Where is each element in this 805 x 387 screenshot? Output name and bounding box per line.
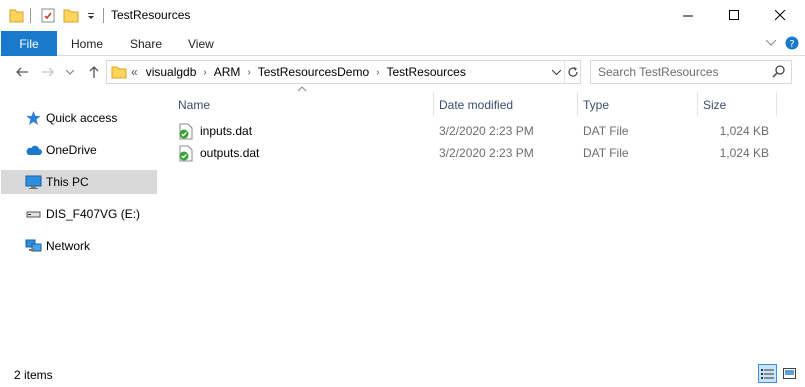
back-button[interactable] [12, 61, 32, 83]
file-icon [179, 123, 193, 140]
title-separator [103, 8, 104, 23]
tab-home[interactable]: Home [71, 31, 103, 56]
tab-share[interactable]: Share [130, 31, 162, 56]
nav-item-quick-access[interactable]: Quick access [1, 106, 157, 130]
tab-file[interactable]: File [1, 31, 57, 56]
customize-toolbar-icon[interactable] [86, 7, 96, 24]
drive-icon [26, 211, 41, 218]
address-bar[interactable]: « visualgdb › ARM › TestResourcesDemo › … [106, 60, 581, 84]
new-folder-icon[interactable] [63, 7, 79, 24]
nav-item-label: Quick access [46, 111, 118, 125]
address-history-button[interactable] [548, 61, 564, 83]
breadcrumb-visualgdb[interactable]: visualgdb [146, 65, 197, 79]
nav-item-drive[interactable]: DIS_F407VG (E:) [1, 202, 157, 226]
cloud-icon [26, 145, 42, 155]
properties-icon[interactable] [40, 7, 56, 24]
chevron-right-icon[interactable]: › [369, 67, 386, 78]
column-divider[interactable] [776, 92, 777, 116]
column-header-name[interactable]: Name [178, 94, 428, 116]
file-row[interactable]: outputs.dat 3/2/2020 2:23 PM DAT File 1,… [173, 142, 773, 164]
breadcrumb-testresourcesdemo[interactable]: TestResourcesDemo [258, 65, 369, 79]
nav-item-label: Network [46, 239, 91, 253]
close-button[interactable] [757, 0, 803, 30]
chevron-down-icon [66, 69, 74, 75]
minimize-button[interactable] [665, 0, 711, 30]
search-icon[interactable] [771, 64, 787, 80]
star-icon [26, 111, 41, 125]
tab-view[interactable]: View [188, 31, 214, 56]
column-divider[interactable] [697, 92, 698, 116]
large-icons-view-icon [783, 368, 796, 379]
recent-locations-button[interactable] [63, 61, 77, 83]
sort-ascending-icon [297, 86, 307, 92]
computer-icon [25, 175, 42, 189]
expand-ribbon-button[interactable] [762, 34, 780, 52]
large-icons-view-button[interactable] [780, 364, 799, 383]
chevron-right-icon[interactable]: › [196, 67, 213, 78]
column-divider[interactable] [433, 92, 434, 116]
help-icon: ? [785, 36, 799, 50]
ribbon: File Home Share View ? [0, 30, 805, 56]
file-icon [179, 145, 193, 162]
chevron-down-icon [766, 40, 776, 46]
forward-arrow-icon [42, 67, 54, 77]
file-size: 1,024 KB [719, 146, 769, 160]
nav-item-onedrive[interactable]: OneDrive [1, 138, 157, 162]
nav-item-label: This PC [46, 175, 89, 189]
title-bar: TestResources [0, 0, 805, 30]
nav-item-label: DIS_F407VG (E:) [46, 207, 141, 221]
search-input[interactable] [591, 61, 771, 83]
nav-item-network[interactable]: Network [1, 234, 157, 258]
refresh-icon [568, 67, 578, 77]
up-button[interactable] [84, 61, 104, 83]
navigation-pane: Quick access OneDrive This PC DIS_F407VG… [0, 90, 160, 360]
breadcrumb-arm[interactable]: ARM [214, 65, 241, 79]
forward-button[interactable] [38, 61, 58, 83]
file-row[interactable]: inputs.dat 3/2/2020 2:23 PM DAT File 1,0… [173, 120, 773, 142]
breadcrumb: « visualgdb › ARM › TestResourcesDemo › … [131, 61, 466, 83]
chevron-down-icon [551, 69, 561, 75]
nav-item-label: OneDrive [46, 143, 97, 157]
help-button[interactable]: ? [783, 34, 801, 52]
maximize-button[interactable] [711, 0, 757, 30]
back-arrow-icon [16, 67, 28, 77]
up-arrow-icon [89, 66, 99, 78]
column-divider[interactable] [577, 92, 578, 116]
folder-icon [111, 66, 127, 79]
column-header-type[interactable]: Type [583, 94, 693, 116]
item-count: 2 items [14, 368, 53, 382]
nav-item-this-pc[interactable]: This PC [1, 170, 157, 194]
file-name: inputs.dat [200, 124, 253, 138]
close-icon [774, 9, 785, 20]
file-name: outputs.dat [200, 146, 260, 160]
minimize-icon [682, 15, 693, 16]
network-icon [25, 239, 42, 252]
file-date: 3/2/2020 2:23 PM [439, 146, 534, 160]
chevron-right-icon[interactable]: › [240, 67, 257, 78]
search-box[interactable] [590, 60, 792, 84]
breadcrumb-overflow[interactable]: « [131, 65, 138, 79]
svg-text:?: ? [789, 39, 794, 50]
file-date: 3/2/2020 2:23 PM [439, 124, 534, 138]
title-separator [30, 8, 31, 23]
refresh-button[interactable] [564, 61, 581, 83]
column-header-size[interactable]: Size [703, 94, 773, 116]
column-header-date[interactable]: Date modified [439, 94, 569, 116]
details-view-button[interactable] [758, 364, 777, 383]
maximize-icon [728, 9, 739, 20]
folder-icon [9, 9, 24, 23]
file-size: 1,024 KB [719, 124, 769, 138]
window-title: TestResources [111, 8, 191, 22]
file-type: DAT File [583, 146, 629, 160]
details-view-icon [761, 369, 774, 379]
breadcrumb-testresources[interactable]: TestResources [386, 65, 465, 79]
file-type: DAT File [583, 124, 629, 138]
